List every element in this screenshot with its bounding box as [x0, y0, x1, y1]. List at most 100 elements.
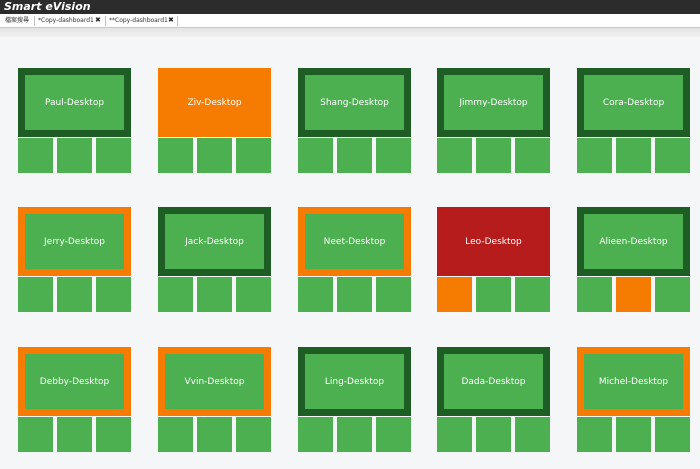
status-cell[interactable] [476, 138, 511, 173]
status-cell[interactable] [298, 138, 333, 173]
desktop-monitor[interactable]: Jack-Desktop [158, 207, 271, 276]
status-cell[interactable] [298, 417, 333, 452]
desktop-screen[interactable]: Vvin-Desktop [165, 354, 264, 409]
desktop-tile[interactable]: Paul-Desktop [18, 68, 131, 173]
desktop-tile[interactable]: Michel-Desktop [577, 347, 690, 452]
status-cell[interactable] [376, 138, 411, 173]
status-cell[interactable] [476, 277, 511, 312]
desktop-tile[interactable]: Cora-Desktop [577, 68, 690, 173]
desktop-tile[interactable]: Jimmy-Desktop [437, 68, 550, 173]
status-cell[interactable] [197, 417, 232, 452]
status-cell-row [158, 417, 271, 452]
desktop-screen[interactable]: Michel-Desktop [584, 354, 683, 409]
desktop-screen[interactable]: Leo-Desktop [444, 214, 543, 269]
desktop-screen[interactable]: Jimmy-Desktop [444, 75, 543, 130]
tab-divider [177, 16, 178, 26]
status-cell[interactable] [236, 277, 271, 312]
app-title: Smart eVision [4, 0, 91, 13]
desktop-tile[interactable]: Ziv-Desktop [158, 68, 271, 173]
status-cell[interactable] [437, 417, 472, 452]
status-cell[interactable] [515, 138, 550, 173]
desktop-screen[interactable]: Ziv-Desktop [165, 75, 264, 130]
desktop-monitor[interactable]: Neet-Desktop [298, 207, 411, 276]
desktop-monitor[interactable]: Alieen-Desktop [577, 207, 690, 276]
status-cell-row [158, 277, 271, 312]
desktop-tile[interactable]: Neet-Desktop [298, 207, 411, 312]
desktop-screen[interactable]: Neet-Desktop [305, 214, 404, 269]
status-cell[interactable] [337, 277, 372, 312]
desktop-monitor[interactable]: Jerry-Desktop [18, 207, 131, 276]
status-cell[interactable] [437, 138, 472, 173]
status-cell[interactable] [57, 138, 92, 173]
desktop-screen[interactable]: Dada-Desktop [444, 354, 543, 409]
tab-close-icon[interactable]: ✖ [168, 14, 174, 27]
desktop-screen[interactable]: Debby-Desktop [25, 354, 124, 409]
desktop-tile[interactable]: Vvin-Desktop [158, 347, 271, 452]
desktop-monitor[interactable]: Debby-Desktop [18, 347, 131, 416]
desktop-monitor[interactable]: Ling-Desktop [298, 347, 411, 416]
desktop-screen[interactable]: Jerry-Desktop [25, 214, 124, 269]
status-cell[interactable] [158, 277, 193, 312]
status-cell[interactable] [616, 138, 651, 173]
status-cell[interactable] [577, 417, 612, 452]
desktop-monitor[interactable]: Vvin-Desktop [158, 347, 271, 416]
desktop-monitor[interactable]: Cora-Desktop [577, 68, 690, 137]
desktop-monitor[interactable]: Ziv-Desktop [158, 68, 271, 137]
status-cell[interactable] [197, 138, 232, 173]
status-cell[interactable] [18, 417, 53, 452]
desktop-monitor[interactable]: Shang-Desktop [298, 68, 411, 137]
status-cell[interactable] [616, 417, 651, 452]
tab-copy-dashboard-1[interactable]: *Copy-dashboard1 ✖ [35, 14, 105, 27]
status-cell[interactable] [96, 277, 131, 312]
tab-copy-dashboard-2[interactable]: **Copy-dashboard1 ✖ [106, 14, 178, 27]
desktop-tile[interactable]: Leo-Desktop [437, 207, 550, 312]
status-cell[interactable] [515, 417, 550, 452]
desktop-tile[interactable]: Dada-Desktop [437, 347, 550, 452]
desktop-tile[interactable]: Alieen-Desktop [577, 207, 690, 312]
tab-close-icon[interactable]: ✖ [95, 14, 101, 27]
status-cell[interactable] [158, 417, 193, 452]
desktop-monitor[interactable]: Dada-Desktop [437, 347, 550, 416]
status-cell[interactable] [158, 138, 193, 173]
status-cell[interactable] [655, 138, 690, 173]
desktop-screen[interactable]: Alieen-Desktop [584, 214, 683, 269]
status-cell[interactable] [476, 417, 511, 452]
desktop-screen[interactable]: Ling-Desktop [305, 354, 404, 409]
status-cell[interactable] [376, 277, 411, 312]
status-cell[interactable] [57, 417, 92, 452]
desktop-tile[interactable]: Debby-Desktop [18, 347, 131, 452]
desktop-tile[interactable]: Ling-Desktop [298, 347, 411, 452]
desktop-tile[interactable]: Shang-Desktop [298, 68, 411, 173]
desktop-screen[interactable]: Paul-Desktop [25, 75, 124, 130]
desktop-tile[interactable]: Jack-Desktop [158, 207, 271, 312]
status-cell[interactable] [236, 138, 271, 173]
status-cell[interactable] [376, 417, 411, 452]
status-cell[interactable] [18, 277, 53, 312]
status-cell[interactable] [57, 277, 92, 312]
status-cell[interactable] [515, 277, 550, 312]
status-cell[interactable] [236, 417, 271, 452]
desktop-screen[interactable]: Shang-Desktop [305, 75, 404, 130]
desktop-screen[interactable]: Jack-Desktop [165, 214, 264, 269]
desktop-monitor[interactable]: Michel-Desktop [577, 347, 690, 416]
desktop-monitor[interactable]: Jimmy-Desktop [437, 68, 550, 137]
status-cell[interactable] [577, 138, 612, 173]
status-cell[interactable] [437, 277, 472, 312]
status-cell[interactable] [337, 138, 372, 173]
status-cell[interactable] [655, 417, 690, 452]
desktop-monitor[interactable]: Leo-Desktop [437, 207, 550, 276]
status-cell-row [18, 138, 131, 173]
status-cell[interactable] [96, 417, 131, 452]
status-cell[interactable] [616, 277, 651, 312]
desktop-monitor[interactable]: Paul-Desktop [18, 68, 131, 137]
status-cell[interactable] [197, 277, 232, 312]
status-cell[interactable] [577, 277, 612, 312]
status-cell[interactable] [18, 138, 53, 173]
desktop-screen[interactable]: Cora-Desktop [584, 75, 683, 130]
status-cell[interactable] [337, 417, 372, 452]
status-cell[interactable] [655, 277, 690, 312]
tab-file-search[interactable]: 檔案搜尋 [2, 14, 34, 27]
status-cell[interactable] [298, 277, 333, 312]
desktop-tile[interactable]: Jerry-Desktop [18, 207, 131, 312]
status-cell[interactable] [96, 138, 131, 173]
